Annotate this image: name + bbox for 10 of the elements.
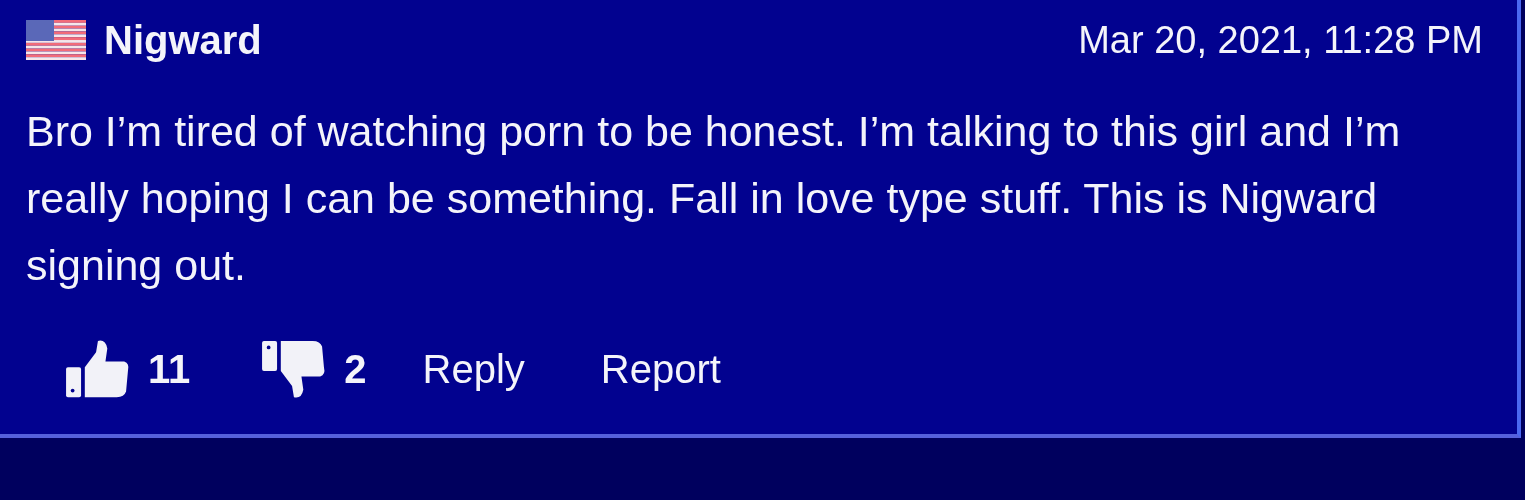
thumbs-up-icon[interactable]: [64, 339, 130, 399]
author-name[interactable]: Nigward: [104, 17, 262, 63]
comment-text: Bro I’m tired of watching porn to be honest. I’m talking to this girl and I’m really hoping I can be something. Fall in love type stuff. This is Nigward signing out.: [26, 106, 1402, 291]
timestamp: Mar 20, 2021, 11:28 PM: [1078, 18, 1483, 62]
action-link[interactable]: Reply: [422, 346, 525, 392]
thumbs-down-icon[interactable]: [260, 339, 327, 399]
action-link[interactable]: Report: [600, 346, 721, 392]
dislike-count: 2: [344, 346, 367, 392]
like-count: 11: [148, 346, 191, 392]
flag-icon: [26, 20, 86, 60]
